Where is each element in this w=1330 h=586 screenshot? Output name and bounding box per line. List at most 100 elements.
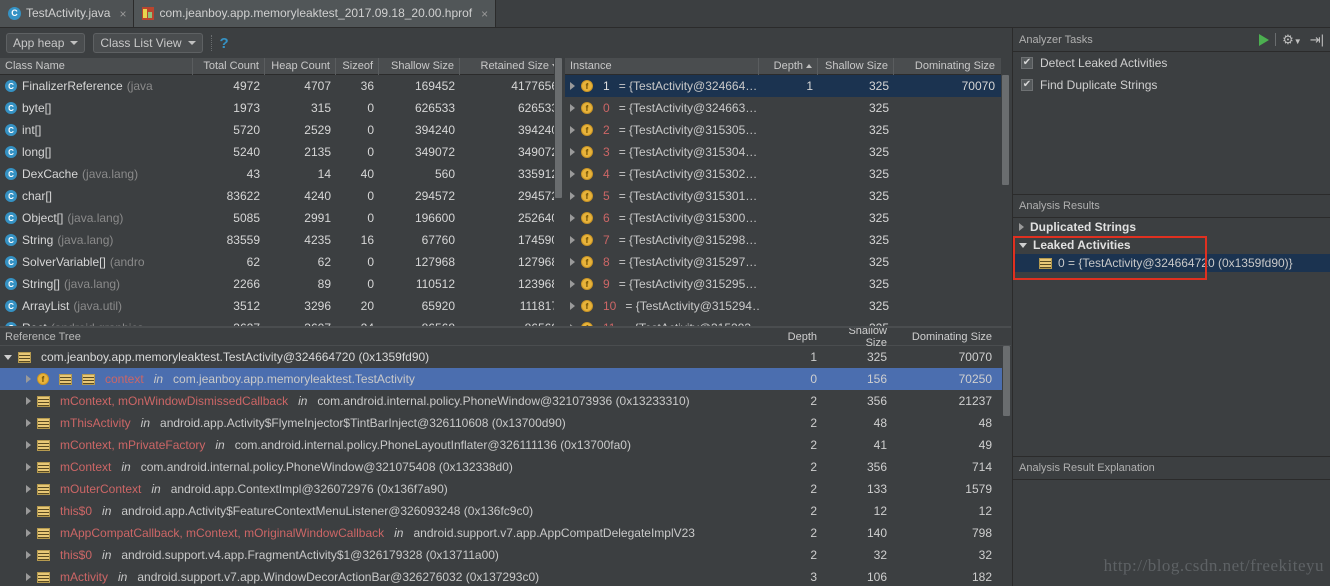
class-icon: C: [5, 168, 17, 180]
table-row[interactable]: f 9 = {TestActivity@315295… 325: [565, 273, 1010, 295]
table-row[interactable]: C String[] (java.lang) 2266 89 0 110512 123968: [0, 273, 563, 295]
table-row[interactable]: Cbyte[] 1973 315 0 626533 626533: [0, 97, 563, 119]
checkbox[interactable]: ✔: [1021, 57, 1033, 69]
column-shallow-size[interactable]: Shallow Size: [379, 58, 460, 75]
play-icon[interactable]: [1259, 33, 1270, 46]
table-row[interactable]: C DexCache (java.lang) 43 14 40 560 335912: [0, 163, 563, 185]
field-icon: f: [37, 373, 49, 385]
field-icon: f: [581, 234, 593, 246]
table-row[interactable]: C Object[] (java.lang) 5085 2991 0 196600 25264…: [0, 207, 563, 229]
toolbar-separator: [210, 35, 212, 51]
table-row[interactable]: f 4 = {TestActivity@315302… 325: [565, 163, 1010, 185]
expand-triangle-icon[interactable]: [570, 192, 575, 200]
column-shallow-size[interactable]: Shallow Size: [818, 58, 894, 75]
expand-triangle-icon[interactable]: [570, 126, 575, 134]
column-depth[interactable]: Depth: [765, 331, 827, 343]
checkbox[interactable]: ✔: [1021, 79, 1033, 91]
tree-row[interactable]: this$0 in android.app.Activity$FeatureCont…: [0, 500, 1011, 522]
expand-triangle-icon[interactable]: [570, 104, 575, 112]
analyzer-task-item[interactable]: ✔ Find Duplicate Strings: [1013, 74, 1330, 96]
tree-row[interactable]: mContext, mPrivateFactory in com.android.i…: [0, 434, 1011, 456]
table-row[interactable]: f 6 = {TestActivity@315300… 325: [565, 207, 1010, 229]
column-shallow-size[interactable]: Shallow Size: [827, 328, 897, 349]
gear-icon[interactable]: ⚙▼: [1282, 32, 1302, 48]
expand-triangle-icon[interactable]: [26, 441, 31, 449]
expand-triangle-icon[interactable]: [570, 214, 575, 222]
table-row[interactable]: f 2 = {TestActivity@315305… 325: [565, 119, 1010, 141]
expand-triangle-icon[interactable]: [570, 170, 575, 178]
table-row[interactable]: C FinalizerReference (java 4972 4707 36 169452…: [0, 75, 563, 97]
column-heap-count[interactable]: Heap Count: [265, 58, 336, 75]
expand-triangle-icon[interactable]: [26, 375, 31, 383]
column-depth[interactable]: Depth: [759, 58, 818, 75]
table-row[interactable]: C String (java.lang) 83559 4235 16 67760 174590: [0, 229, 563, 251]
leaked-activity-item[interactable]: 0 = {TestActivity@324664720 (0x1359fd90)…: [1013, 254, 1330, 272]
tree-node-separator: in: [153, 372, 164, 386]
table-row[interactable]: C SolverVariable[] (andro 62 62 0 127968 127968: [0, 251, 563, 273]
class-list-scrollbar[interactable]: [554, 58, 563, 326]
table-row[interactable]: f11= {TestActivity@315293…325: [565, 317, 1010, 326]
table-row[interactable]: Cchar[] 83622 4240 0 294572 294572: [0, 185, 563, 207]
table-row[interactable]: C ArrayList (java.util) 3512 3296 20 65920 1118…: [0, 295, 563, 317]
expand-triangle-icon[interactable]: [570, 302, 575, 310]
expand-triangle-open-icon[interactable]: [1019, 242, 1027, 248]
help-icon[interactable]: ?: [220, 35, 229, 52]
tree-row[interactable]: mOuterContext in android.app.ContextImpl@3…: [0, 478, 1011, 500]
expand-triangle-icon[interactable]: [26, 463, 31, 471]
tree-row[interactable]: f context in com.jeanboy.app.memoryleaktest…: [0, 368, 1011, 390]
tab-hprof-file[interactable]: com.jeanboy.app.memoryleaktest_2017.09.1…: [134, 0, 497, 27]
reference-tree-scrollbar[interactable]: [1002, 346, 1011, 586]
expand-triangle-icon[interactable]: [26, 551, 31, 559]
analysis-result-group[interactable]: Leaked Activities: [1013, 236, 1330, 254]
column-dominating-size[interactable]: Dominating Size: [894, 58, 1000, 75]
table-row[interactable]: CRect(android.graphics362736072486568865…: [0, 317, 563, 326]
table-row[interactable]: Clong[] 5240 2135 0 349072 349072: [0, 141, 563, 163]
table-row[interactable]: f 7 = {TestActivity@315298… 325: [565, 229, 1010, 251]
table-row[interactable]: f 1 = {TestActivity@324664… 1 325 70070: [565, 75, 1010, 97]
analyzer-task-item[interactable]: ✔ Detect Leaked Activities: [1013, 52, 1330, 74]
expand-triangle-icon[interactable]: [26, 573, 31, 581]
expand-triangle-icon[interactable]: [26, 507, 31, 515]
table-row[interactable]: f 0 = {TestActivity@324663… 325: [565, 97, 1010, 119]
table-row[interactable]: f 5 = {TestActivity@315301… 325: [565, 185, 1010, 207]
stack-icon: [18, 351, 31, 363]
tree-row[interactable]: this$0 in android.support.v4.app.FragmentA…: [0, 544, 1011, 566]
expand-triangle-icon[interactable]: [570, 258, 575, 266]
column-retained-size[interactable]: Retained Size: [460, 58, 563, 75]
expand-triangle-icon[interactable]: [26, 419, 31, 427]
analysis-result-group[interactable]: Duplicated Strings: [1013, 218, 1330, 236]
table-row[interactable]: Cint[] 5720 2529 0 394240 394240: [0, 119, 563, 141]
expand-triangle-icon[interactable]: [570, 82, 575, 90]
tree-row[interactable]: com.jeanboy.app.memoryleaktest.TestActiv…: [0, 346, 1011, 368]
column-dominating-size[interactable]: Dominating Size: [897, 331, 1002, 343]
class-icon: C: [5, 102, 17, 114]
column-instance[interactable]: Instance: [565, 58, 759, 75]
hprof-file-icon: [142, 7, 155, 20]
column-sizeof[interactable]: Sizeof: [336, 58, 379, 75]
table-row[interactable]: f 3 = {TestActivity@315304… 325: [565, 141, 1010, 163]
expand-triangle-icon[interactable]: [26, 529, 31, 537]
expand-triangle-icon[interactable]: [570, 148, 575, 156]
tree-row[interactable]: mActivity in android.support.v7.app.Window…: [0, 566, 1011, 586]
heap-select[interactable]: App heap: [6, 33, 86, 53]
expand-triangle-icon[interactable]: [26, 485, 31, 493]
tree-row[interactable]: mContext in com.android.internal.policy.Ph…: [0, 456, 1011, 478]
table-row[interactable]: f 10 = {TestActivity@315294… 325: [565, 295, 1010, 317]
column-class-name[interactable]: Class Name: [0, 58, 193, 75]
collapse-right-icon[interactable]: ⇥|: [1310, 32, 1324, 48]
instance-list-scrollbar[interactable]: [1001, 58, 1010, 326]
column-total-count[interactable]: Total Count: [193, 58, 265, 75]
close-icon[interactable]: ×: [477, 7, 488, 21]
expand-triangle-icon[interactable]: [26, 397, 31, 405]
tree-row[interactable]: mContext, mOnWindowDismissedCallback in co…: [0, 390, 1011, 412]
view-select[interactable]: Class List View: [93, 33, 203, 53]
tree-row[interactable]: mAppCompatCallback, mContext, mOriginalW…: [0, 522, 1011, 544]
tab-testactivity-java[interactable]: C TestActivity.java ×: [0, 0, 135, 27]
tree-row[interactable]: mThisActivity in android.app.Activity$Flym…: [0, 412, 1011, 434]
expand-triangle-icon[interactable]: [1019, 223, 1024, 231]
expand-triangle-open-icon[interactable]: [4, 354, 12, 360]
expand-triangle-icon[interactable]: [570, 236, 575, 244]
table-row[interactable]: f 8 = {TestActivity@315297… 325: [565, 251, 1010, 273]
expand-triangle-icon[interactable]: [570, 280, 575, 288]
close-icon[interactable]: ×: [115, 7, 126, 21]
